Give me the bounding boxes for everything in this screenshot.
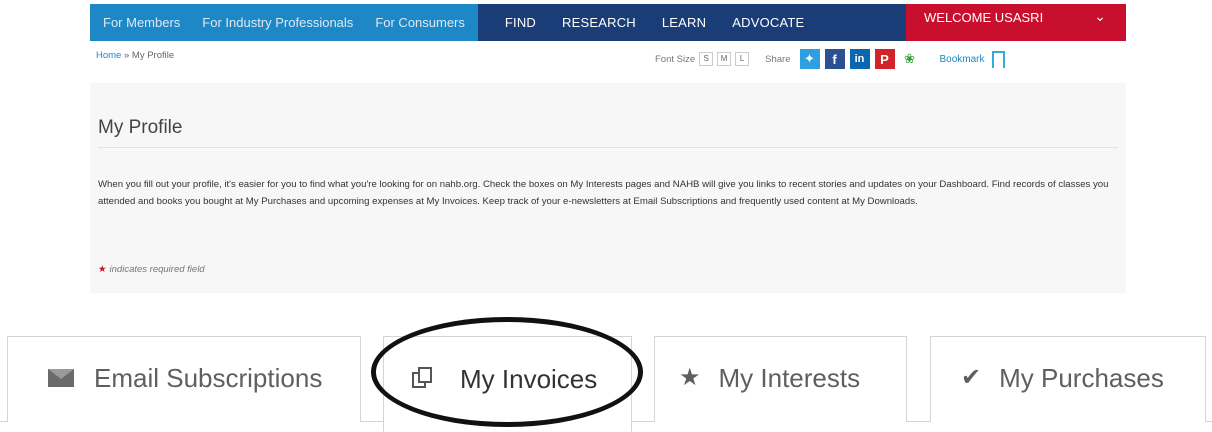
facebook-icon[interactable]: f	[824, 49, 845, 69]
tab-label: My Interests	[718, 363, 861, 393]
required-field-note: ★ indicates required field	[98, 264, 205, 275]
font-size-label: Font Size	[655, 53, 696, 65]
page-title: My Profile	[98, 117, 183, 138]
tab-my-invoices[interactable]: My Invoices	[383, 336, 632, 432]
audience-links: For Members For Industry Professionals F…	[90, 4, 478, 41]
linkedin-icon[interactable]: in	[849, 49, 870, 69]
font-size-large-button[interactable]: L	[735, 52, 750, 66]
copy-icon	[410, 366, 436, 392]
nav-learn[interactable]: LEARN	[649, 4, 719, 41]
nav-research[interactable]: RESEARCH	[549, 4, 649, 41]
nav-for-industry-professionals[interactable]: For Industry Professionals	[191, 15, 364, 30]
top-navigation: For Members For Industry Professionals F…	[90, 4, 1126, 41]
tab-my-interests[interactable]: ★ My Interests	[654, 336, 907, 422]
nav-for-members[interactable]: For Members	[92, 15, 191, 30]
tab-label: My Invoices	[460, 364, 598, 394]
nav-for-consumers[interactable]: For Consumers	[364, 15, 476, 30]
required-note-text: indicates required field	[109, 264, 205, 275]
checkmark-icon: ✔	[961, 364, 982, 391]
bookmark-button[interactable]: Bookmark	[939, 50, 1005, 73]
bookmark-icon	[991, 50, 1005, 73]
utility-bar: Home » My Profile Font Size S M L Share …	[90, 41, 1126, 83]
tab-label: My Purchases	[999, 363, 1164, 393]
breadcrumb: Home » My Profile	[96, 50, 174, 61]
breadcrumb-home-link[interactable]: Home	[96, 50, 121, 61]
nav-find[interactable]: FIND	[492, 4, 549, 41]
breadcrumb-current: My Profile	[131, 50, 175, 61]
intro-text: When you fill out your profile, it's eas…	[98, 179, 1109, 207]
breadcrumb-separator: »	[121, 50, 132, 61]
chevron-down-icon: ⌄	[1094, 8, 1106, 24]
star-icon: ★	[679, 364, 701, 391]
tab-my-purchases[interactable]: ✔ My Purchases	[930, 336, 1206, 422]
envelope-icon	[48, 369, 74, 387]
profile-panel: My Profile When you fill out your profil…	[90, 83, 1126, 293]
bookmark-label: Bookmark	[939, 53, 985, 65]
required-star-icon: ★	[98, 264, 107, 275]
font-size-medium-button[interactable]: M	[717, 52, 732, 66]
page-tools: Font Size S M L Share ✦ f in P ❀ Bookmar…	[655, 49, 1005, 73]
pinterest-icon[interactable]: P	[874, 49, 895, 69]
welcome-label: WELCOME USASRI	[924, 10, 1044, 25]
twitter-icon[interactable]: ✦	[799, 49, 820, 69]
title-divider	[98, 147, 1118, 148]
font-size-small-button[interactable]: S	[699, 52, 714, 66]
tab-label: Email Subscriptions	[94, 363, 323, 393]
nav-advocate[interactable]: ADVOCATE	[719, 4, 817, 41]
tab-email-subscriptions[interactable]: Email Subscriptions	[7, 336, 361, 422]
spark-icon[interactable]: ❀	[900, 49, 920, 69]
welcome-user-menu[interactable]: WELCOME USASRI ⌄	[906, 4, 1126, 41]
share-label: Share	[765, 53, 791, 65]
